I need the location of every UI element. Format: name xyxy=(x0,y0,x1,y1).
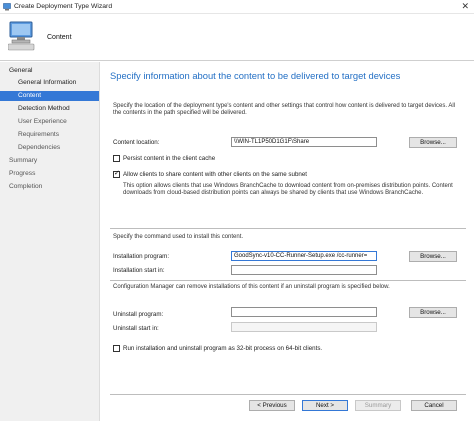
installation-program-browse-button[interactable]: Browse... xyxy=(409,251,457,262)
allow-share-checkbox[interactable]: ✓ xyxy=(113,170,120,178)
nav-item-dependencies[interactable]: Dependencies xyxy=(0,143,99,153)
content-location-label: Content location: xyxy=(113,139,160,146)
uninstall-program-browse-button[interactable]: Browse... xyxy=(409,307,457,318)
content-location-input[interactable]: \\WIN-TL1P50D1G1F\Share xyxy=(231,137,377,147)
installation-program-label: Installation program: xyxy=(113,253,170,260)
separator xyxy=(110,394,466,395)
wizard-header: Content xyxy=(0,14,474,61)
separator xyxy=(110,280,466,281)
persist-cache-label: Persist content in the client cache xyxy=(123,155,216,162)
page-title: Content xyxy=(47,34,72,41)
nav-item-detection-method[interactable]: Detection Method xyxy=(0,104,99,114)
uninstall-start-input[interactable] xyxy=(231,322,377,332)
nav-item-progress[interactable]: Progress xyxy=(0,169,99,179)
nav-item-general-information[interactable]: General Information xyxy=(0,78,99,88)
run-32bit-label: Run installation and uninstall program a… xyxy=(123,345,323,352)
computer-icon xyxy=(8,21,35,51)
wizard-nav: General General Information Content Dete… xyxy=(0,62,100,421)
allow-share-label: Allow clients to share content with othe… xyxy=(123,171,308,178)
checkmark-icon: ✓ xyxy=(114,170,120,177)
content-location-browse-button[interactable]: Browse... xyxy=(409,137,457,148)
uninstall-start-label: Uninstall start in: xyxy=(113,325,159,332)
title-bar: Create Deployment Type Wizard ✕ xyxy=(0,0,474,14)
persist-cache-checkbox[interactable] xyxy=(113,155,120,162)
nav-item-summary[interactable]: Summary xyxy=(0,156,99,166)
command-intro: Specify the command used to install this… xyxy=(113,234,244,240)
wizard-app-icon xyxy=(3,3,11,11)
uninstall-program-label: Uninstall program: xyxy=(113,311,164,318)
content-page: Specify information about the content to… xyxy=(101,62,474,421)
uninstall-program-input[interactable] xyxy=(231,307,377,317)
next-button[interactable]: Next > xyxy=(302,400,348,411)
nav-item-user-experience[interactable]: User Experience xyxy=(0,117,99,127)
close-icon[interactable]: ✕ xyxy=(461,1,469,12)
summary-button[interactable]: Summary xyxy=(355,400,401,411)
run-32bit-checkbox[interactable] xyxy=(113,345,120,352)
cancel-button[interactable]: Cancel xyxy=(411,400,457,411)
installation-start-label: Installation start in: xyxy=(113,267,165,274)
branchcache-note: This option allows clients that use Wind… xyxy=(123,183,453,197)
installation-start-input[interactable] xyxy=(231,265,377,275)
window-title: Create Deployment Type Wizard xyxy=(14,3,113,10)
previous-button[interactable]: < Previous xyxy=(249,400,295,411)
installation-program-input[interactable]: GoodSync-v10-CC-Runner-Setup.exe /cc-run… xyxy=(231,251,377,261)
section-heading: Specify information about the content to… xyxy=(110,70,401,81)
intro-text: Specify the location of the deployment t… xyxy=(113,103,456,117)
uninstall-intro: Configuration Manager can remove install… xyxy=(113,284,390,290)
nav-item-requirements[interactable]: Requirements xyxy=(0,130,99,140)
nav-item-general[interactable]: General xyxy=(0,66,99,76)
nav-item-content[interactable]: Content xyxy=(0,91,99,101)
nav-item-completion[interactable]: Completion xyxy=(0,182,99,192)
separator xyxy=(110,228,466,229)
